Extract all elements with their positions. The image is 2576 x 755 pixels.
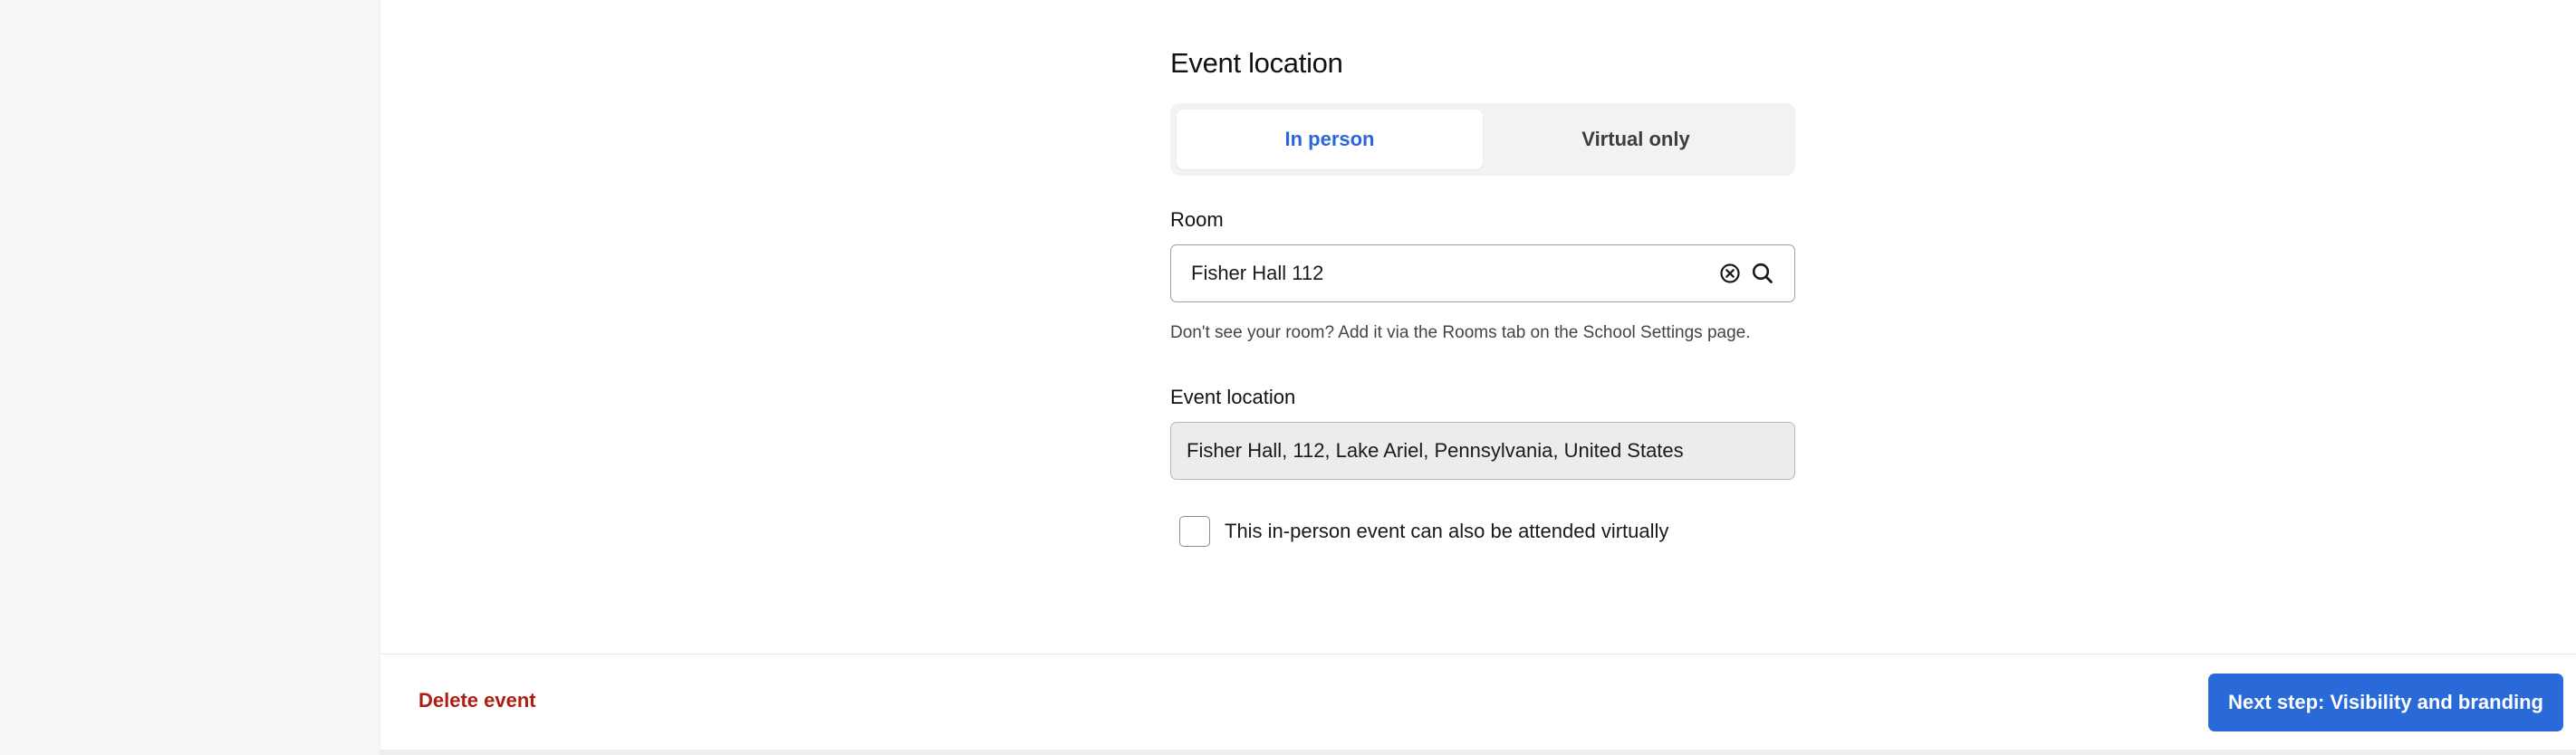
main-content: Event location In person Virtual only Ro… <box>380 0 2576 755</box>
virtual-attendance-checkbox[interactable] <box>1179 516 1210 547</box>
search-icon[interactable] <box>1751 262 1774 285</box>
room-input-icons <box>1718 262 1774 285</box>
sidebar <box>0 0 380 755</box>
event-location-value: Fisher Hall, 112, Lake Ariel, Pennsylvan… <box>1187 439 1684 462</box>
room-input[interactable]: Fisher Hall 112 <box>1170 244 1795 302</box>
section-title: Event location <box>1170 47 1343 79</box>
tab-virtual-only[interactable]: Virtual only <box>1483 110 1789 169</box>
location-type-toggle: In person Virtual only <box>1170 103 1795 176</box>
virtual-attendance-option: This in-person event can also be attende… <box>1179 516 1668 547</box>
next-step-button[interactable]: Next step: Visibility and branding <box>2208 674 2563 731</box>
room-label: Room <box>1170 208 1224 231</box>
virtual-attendance-label[interactable]: This in-person event can also be attende… <box>1225 520 1668 543</box>
footer-bar: Delete event Next step: Visibility and b… <box>380 654 2576 750</box>
clear-icon[interactable] <box>1718 262 1742 285</box>
delete-event-button[interactable]: Delete event <box>418 689 536 712</box>
footer-divider <box>380 750 2576 755</box>
tab-in-person[interactable]: In person <box>1177 110 1483 169</box>
room-helper-text: Don't see your room? Add it via the Room… <box>1170 323 1751 342</box>
event-location-field: Fisher Hall, 112, Lake Ariel, Pennsylvan… <box>1170 422 1795 480</box>
room-input-value[interactable]: Fisher Hall 112 <box>1191 262 1718 285</box>
event-location-label: Event location <box>1170 386 1296 408</box>
